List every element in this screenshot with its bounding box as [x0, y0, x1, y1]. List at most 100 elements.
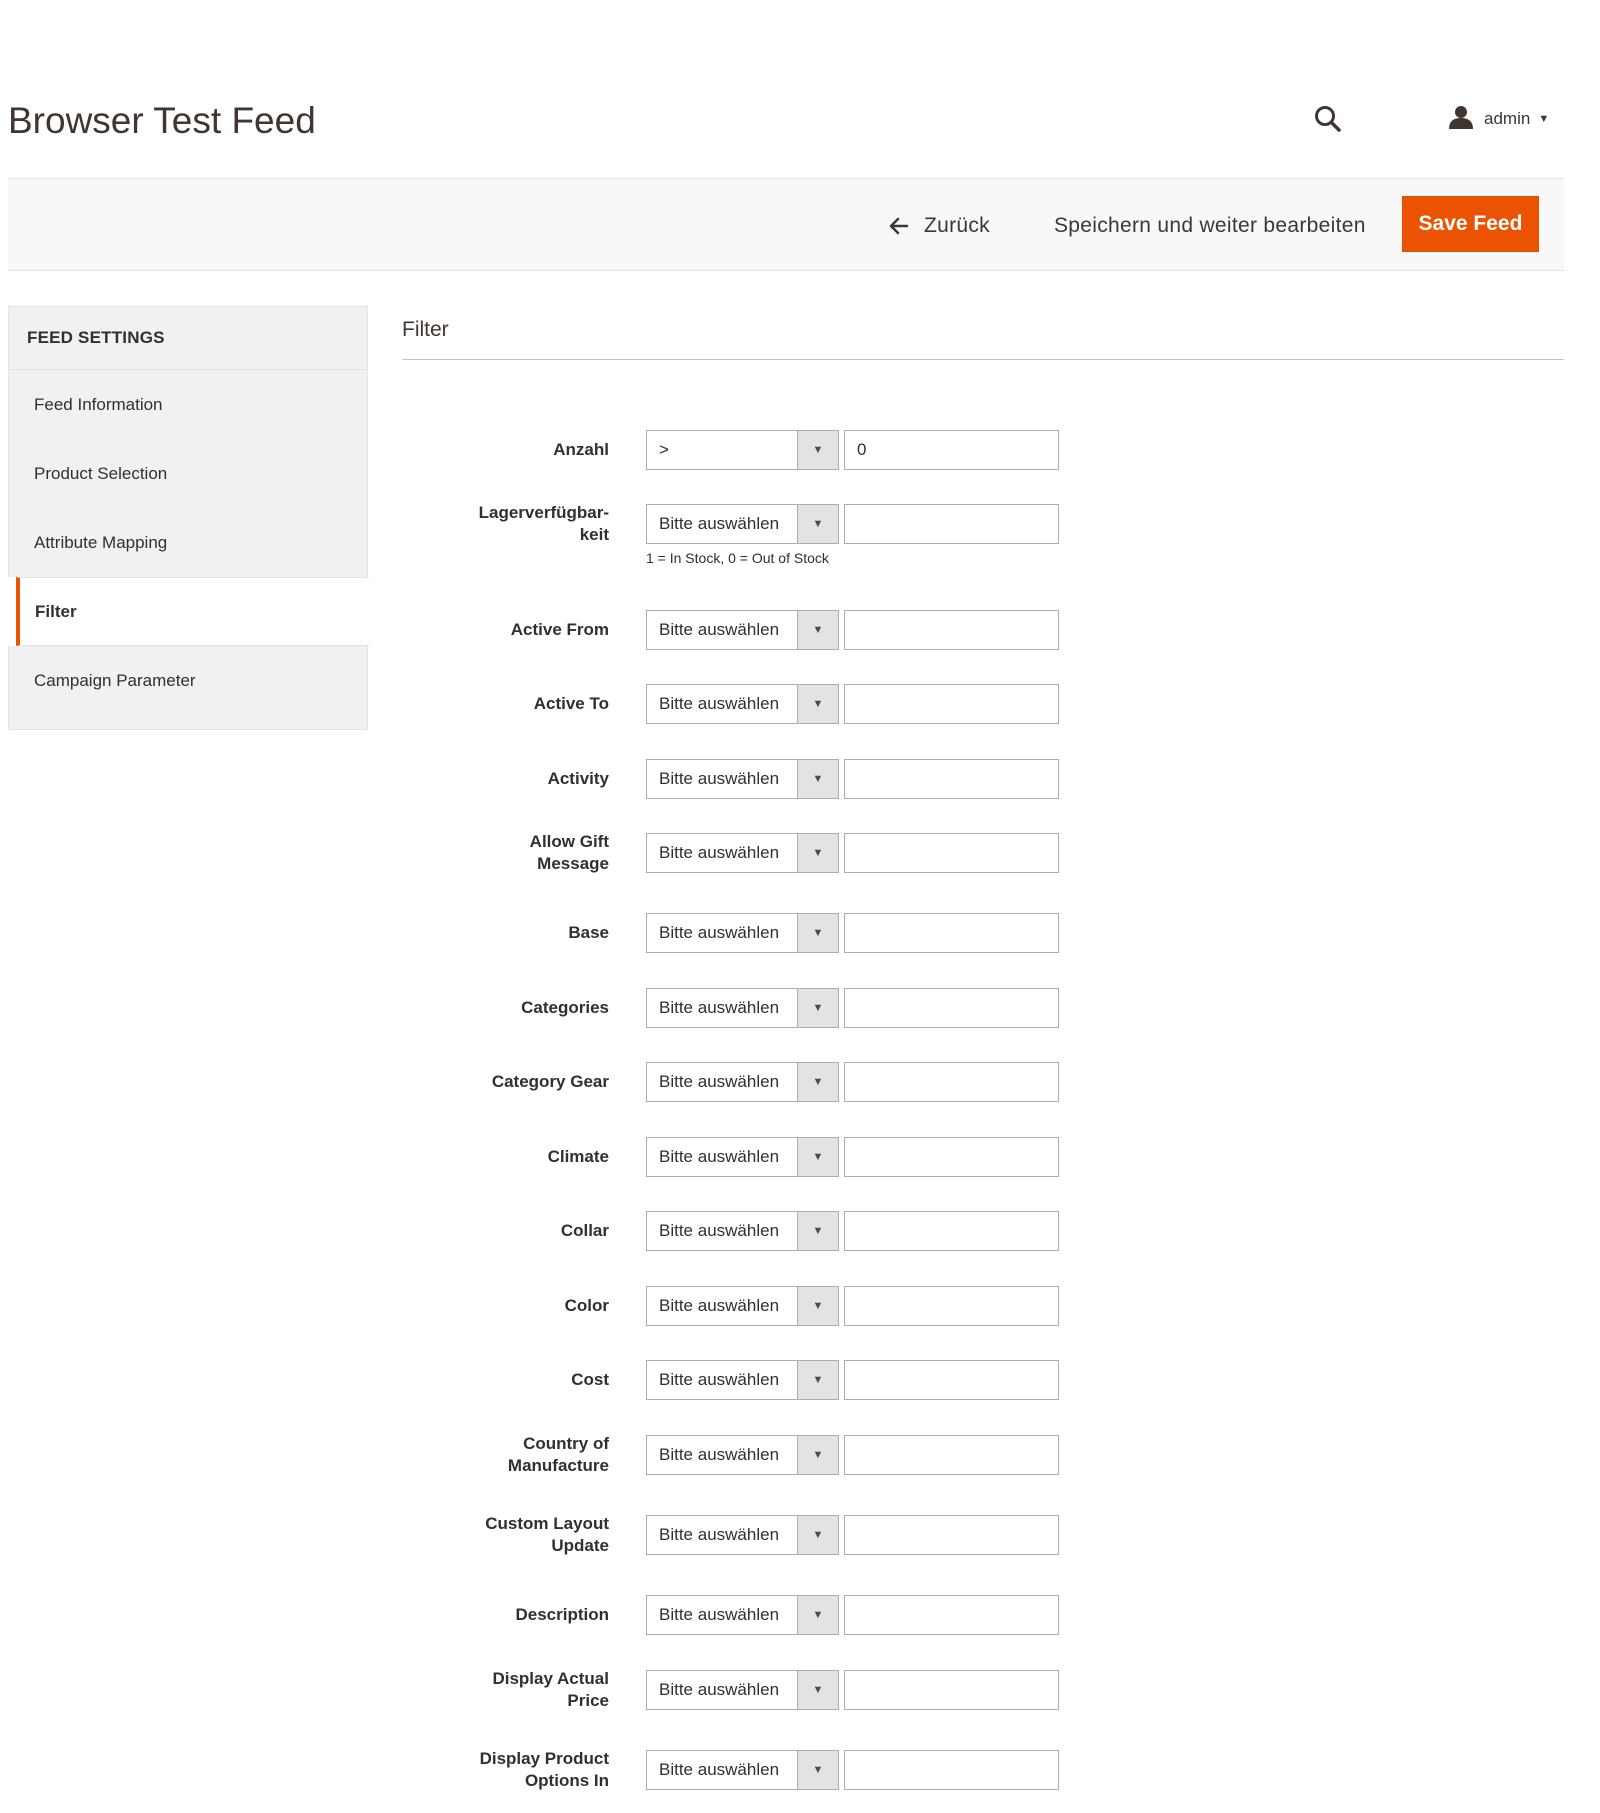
arrow-left-icon [889, 217, 909, 234]
sidebar-nav: Feed Information Product Selection Attri… [8, 370, 368, 577]
filter-value-input[interactable] [844, 1360, 1059, 1400]
filter-value-input[interactable] [844, 504, 1059, 544]
filter-operator-value: Bitte auswählen [659, 1370, 780, 1389]
page-actions-bar: Zurück Speichern und weiter bearbeiten S… [8, 178, 1564, 271]
filter-label: Active To [533, 694, 609, 713]
filter-operator-select[interactable]: Bitte auswählen ▼ [646, 759, 839, 799]
filter-label: Cost [571, 1370, 609, 1389]
filter-label: Active From [510, 620, 609, 639]
back-button[interactable]: Zurück [888, 179, 990, 272]
filter-operator-select[interactable]: > ▼ [646, 430, 839, 470]
filter-operator-select[interactable]: Bitte auswählen ▼ [646, 988, 839, 1028]
filter-label: Category Gear [491, 1072, 609, 1091]
chevron-down-icon: ▼ [797, 914, 838, 952]
filter-label: Anzahl [553, 440, 609, 459]
filter-operator-select[interactable]: Bitte auswählen ▼ [646, 504, 839, 544]
feed-settings-sidebar: FEED SETTINGS Feed Information Product S… [8, 306, 369, 730]
filter-operator-select[interactable]: Bitte auswählen ▼ [646, 833, 839, 873]
filter-label: Country of Manufacture [507, 1434, 609, 1475]
user-menu[interactable]: admin ▼ [1448, 104, 1549, 134]
filter-row: Activity Bitte auswählen ▼ [402, 759, 1102, 799]
filter-value-input[interactable] [844, 913, 1059, 953]
filter-value-input[interactable] [844, 610, 1059, 650]
filter-label: Base [568, 923, 609, 942]
filter-value-input[interactable] [844, 1062, 1059, 1102]
filter-operator-select[interactable]: Bitte auswählen ▼ [646, 1062, 839, 1102]
filter-operator-value: Bitte auswählen [659, 923, 780, 942]
chevron-down-icon: ▼ [797, 1138, 838, 1176]
chevron-down-icon: ▼ [797, 611, 838, 649]
filter-value-input[interactable] [844, 1137, 1059, 1177]
chevron-down-icon: ▼ [1538, 113, 1550, 125]
save-feed-button[interactable]: Save Feed [1402, 196, 1539, 252]
filter-row: Country of Manufacture Bitte auswählen ▼ [402, 1434, 1102, 1475]
filter-operator-select[interactable]: Bitte auswählen ▼ [646, 1286, 839, 1326]
filter-label: Activity [547, 769, 609, 788]
filter-operator-select[interactable]: Bitte auswählen ▼ [646, 1670, 839, 1710]
filter-operator-value: Bitte auswählen [659, 620, 780, 639]
save-and-continue-button[interactable]: Speichern und weiter bearbeiten [1054, 179, 1366, 272]
filter-label: Description [515, 1605, 609, 1624]
chevron-down-icon: ▼ [797, 760, 838, 798]
filter-operator-select[interactable]: Bitte auswählen ▼ [646, 684, 839, 724]
filter-row: Custom Layout Update Bitte auswählen ▼ [402, 1514, 1102, 1555]
filter-value-input[interactable] [844, 1435, 1059, 1475]
filter-value-input[interactable] [844, 1750, 1059, 1790]
filter-label: Display Product Options In [479, 1749, 609, 1790]
filter-value-input[interactable] [844, 684, 1059, 724]
sidebar-title: FEED SETTINGS [8, 306, 368, 370]
sidebar-item-campaign-parameter[interactable]: Campaign Parameter [9, 646, 367, 715]
filter-label: Display Actual Price [492, 1669, 609, 1710]
search-icon[interactable] [1313, 104, 1343, 134]
chevron-down-icon: ▼ [797, 685, 838, 723]
filter-operator-select[interactable]: Bitte auswählen ▼ [646, 1515, 839, 1555]
page-title: Browser Test Feed [8, 100, 316, 141]
filter-row: Allow Gift Message Bitte auswählen ▼ [402, 832, 1102, 873]
chevron-down-icon: ▼ [797, 1671, 838, 1709]
filter-operator-select[interactable]: Bitte auswählen ▼ [646, 1435, 839, 1475]
chevron-down-icon: ▼ [797, 1596, 838, 1634]
filter-row: Display Product Options In Bitte auswähle… [402, 1749, 1102, 1790]
filter-operator-select[interactable]: Bitte auswählen ▼ [646, 1750, 839, 1790]
filter-value-input[interactable] [844, 759, 1059, 799]
filter-row: Anzahl > ▼ [402, 430, 1102, 470]
filter-label: Categories [521, 998, 609, 1017]
filter-operator-select[interactable]: Bitte auswählen ▼ [646, 1211, 839, 1251]
filter-value-input[interactable] [844, 1595, 1059, 1635]
filter-row: Color Bitte auswählen ▼ [402, 1286, 1102, 1326]
section-divider [402, 359, 1564, 360]
filter-value-input[interactable] [844, 1670, 1059, 1710]
filter-operator-value: Bitte auswählen [659, 1296, 780, 1315]
filter-value-input[interactable] [844, 988, 1059, 1028]
filter-operator-value: Bitte auswählen [659, 1680, 780, 1699]
filter-label: Lagerverfügbar- keit [478, 503, 609, 544]
filter-operator-select[interactable]: Bitte auswählen ▼ [646, 1360, 839, 1400]
filter-value-input[interactable] [844, 833, 1059, 873]
filter-row: Category Gear Bitte auswählen ▼ [402, 1062, 1102, 1102]
filter-row: Cost Bitte auswählen ▼ [402, 1360, 1102, 1400]
chevron-down-icon: ▼ [797, 989, 838, 1027]
filter-value-input[interactable] [844, 430, 1059, 470]
filter-operator-value: Bitte auswählen [659, 1072, 780, 1091]
filter-operator-value: Bitte auswählen [659, 1605, 780, 1624]
filter-operator-select[interactable]: Bitte auswählen ▼ [646, 1137, 839, 1177]
filter-operator-select[interactable]: Bitte auswählen ▼ [646, 610, 839, 650]
sidebar-item-feed-information[interactable]: Feed Information [9, 370, 367, 439]
sidebar-item-filter[interactable]: Filter [16, 577, 369, 646]
filter-row: Collar Bitte auswählen ▼ [402, 1211, 1102, 1251]
filter-operator-select[interactable]: Bitte auswählen ▼ [646, 913, 839, 953]
filter-value-input[interactable] [844, 1515, 1059, 1555]
filter-operator-value: Bitte auswählen [659, 769, 780, 788]
chevron-down-icon: ▼ [797, 431, 838, 469]
user-icon [1448, 105, 1474, 134]
filter-operator-select[interactable]: Bitte auswählen ▼ [646, 1595, 839, 1635]
filter-operator-value: Bitte auswählen [659, 1445, 780, 1464]
filter-value-input[interactable] [844, 1211, 1059, 1251]
sidebar-nav-bottom: Campaign Parameter [8, 646, 368, 730]
filter-row: Lagerverfügbar- keit Bitte auswählen ▼ 1 = … [402, 503, 1102, 566]
filter-operator-value: Bitte auswählen [659, 1525, 780, 1544]
filter-value-input[interactable] [844, 1286, 1059, 1326]
sidebar-item-product-selection[interactable]: Product Selection [9, 439, 367, 508]
filter-operator-value: Bitte auswählen [659, 843, 780, 862]
sidebar-item-attribute-mapping[interactable]: Attribute Mapping [9, 508, 367, 577]
